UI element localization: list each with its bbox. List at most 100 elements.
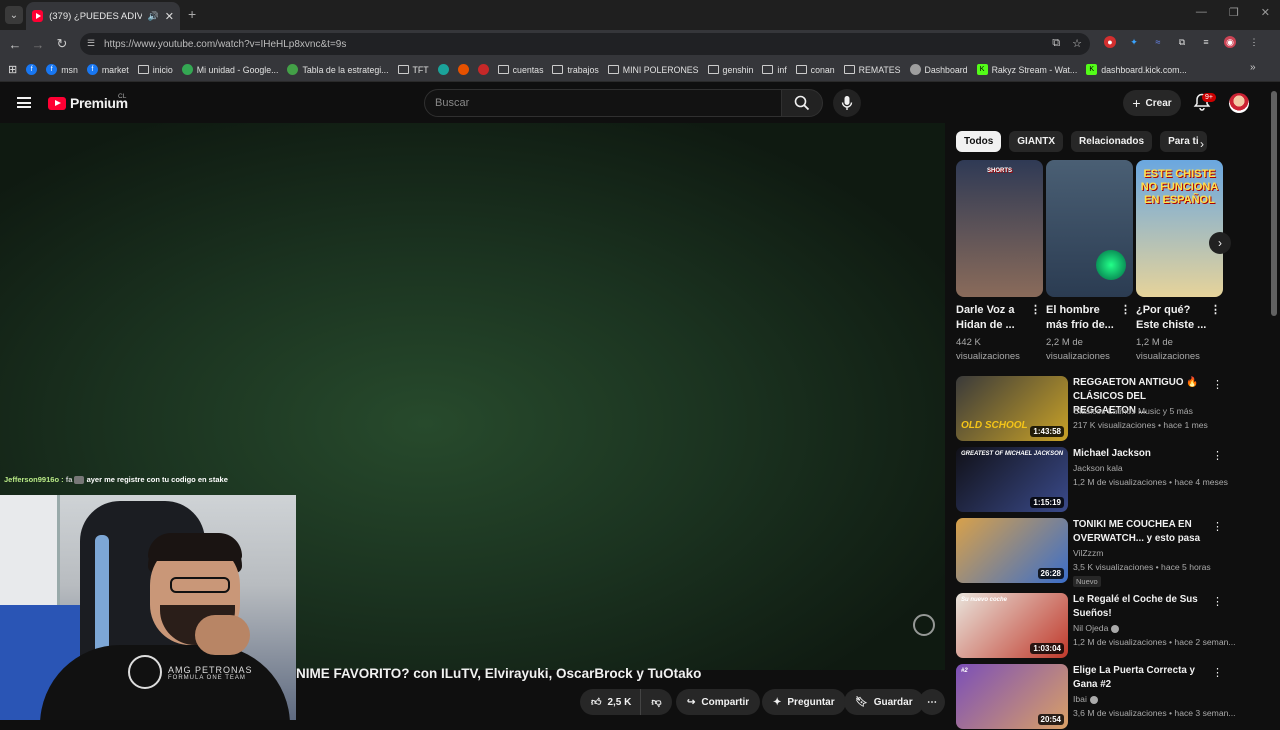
bookmark-item[interactable]: f msn [46, 64, 78, 75]
video-thumbnail[interactable]: 26:28 [956, 518, 1068, 583]
video-thumbnail[interactable]: OLD SCHOOL 1:43:58 [956, 376, 1068, 441]
video-thumbnail[interactable]: Su nuevo coche 1:03:04 [956, 593, 1068, 658]
page-scrollbar[interactable] [1271, 91, 1277, 316]
short-card[interactable]: SHORTS Darle Voz a Hidan de ... ⋮ 442 K … [956, 160, 1043, 364]
share-button[interactable]: ↪ Compartir [676, 689, 761, 715]
bookmark-item[interactable]: Kdashboard.kick.com... [1086, 64, 1187, 75]
bookmark-item[interactable]: Dashboard [909, 64, 968, 75]
save-button[interactable]: 🔖︎ Guardar [844, 689, 924, 715]
apps-grid-icon[interactable]: ⊞ [8, 63, 17, 76]
video-stats: 217 K visualizaciones • hace 1 mes [1073, 420, 1208, 430]
more-vert-icon[interactable]: ⋮ [1212, 595, 1223, 608]
account-avatar[interactable] [1229, 93, 1249, 113]
bookmark-item[interactable]: Mi unidad - Google... [181, 64, 278, 75]
bookmark-item[interactable]: f [26, 64, 38, 75]
like-button[interactable]: 👍︎ 2,5 K [580, 689, 641, 715]
bookmark-item[interactable]: trabajos [552, 64, 599, 75]
extension-blue-icon[interactable]: ✦ [1128, 36, 1140, 48]
short-card[interactable]: El hombre más frío de... ⋮ 2,2 M de visu… [1046, 160, 1133, 364]
related-video-item[interactable]: GREATEST OF MICHAEL JACKSON 1:15:19 Mich… [956, 447, 1228, 513]
thumbnail-text: OLD SCHOOL [961, 420, 1028, 431]
profile-avatar-icon[interactable]: ◉ [1224, 36, 1236, 48]
extension-wave-icon[interactable]: ≈ [1152, 36, 1164, 48]
more-vert-icon[interactable]: ⋮ [1210, 303, 1221, 318]
media-control-icon[interactable]: ≡ [1200, 36, 1212, 48]
more-vert-icon[interactable]: ⋮ [1030, 303, 1041, 318]
address-bar[interactable]: ☰ https://www.youtube.com/watch?v=IHeHLp… [80, 33, 1090, 55]
more-bookmarks-icon[interactable]: » [1250, 62, 1256, 73]
channel-name[interactable]: Jackson kala [1073, 463, 1123, 473]
close-tab-icon[interactable]: ✕ [165, 10, 174, 23]
short-thumbnail[interactable] [1046, 160, 1133, 297]
voice-search-button[interactable] [833, 89, 861, 117]
tab-search-button[interactable]: ⌄ [5, 6, 23, 24]
video-thumbnail[interactable]: #2 20:54 [956, 664, 1068, 729]
back-icon[interactable]: ← [6, 35, 24, 53]
channel-name[interactable]: Nil Ojeda [1073, 623, 1120, 633]
ask-button[interactable]: ✦ Preguntar [762, 689, 846, 715]
site-info-icon[interactable]: ☰ [87, 38, 99, 50]
bookmark-item[interactable]: conan [795, 65, 835, 75]
install-app-icon[interactable]: ⧉ [1052, 37, 1060, 50]
dislike-button[interactable]: 👎︎ [640, 689, 672, 715]
more-vert-icon[interactable]: ⋮ [1212, 666, 1223, 679]
related-video-item[interactable]: #2 20:54 Elige La Puerta Correcta y Gana… [956, 664, 1236, 730]
bookmark-label: trabajos [567, 64, 599, 75]
more-actions-button[interactable]: ⋯ [919, 689, 945, 715]
bookmark-star-icon[interactable]: ☆ [1072, 37, 1082, 50]
bookmark-item[interactable] [477, 64, 489, 75]
channel-name[interactable]: VilZzzm [1073, 548, 1103, 558]
chevron-right-icon[interactable]: › [1200, 137, 1204, 151]
bookmark-item[interactable]: REMATES [843, 65, 901, 75]
drive-icon [181, 64, 193, 75]
bookmark-item[interactable]: inf [762, 65, 787, 75]
bookmark-item[interactable]: genshin [707, 65, 753, 75]
bookmark-item[interactable] [437, 64, 449, 75]
more-vert-icon[interactable]: ⋮ [1212, 520, 1223, 533]
more-vert-icon[interactable]: ⋮ [1212, 378, 1223, 391]
chip-relacionados[interactable]: Relacionados [1071, 131, 1153, 152]
bookmark-item[interactable]: inicio [137, 65, 173, 75]
chrome-menu-icon[interactable]: ⋮ [1248, 36, 1260, 48]
create-button[interactable]: + Crear [1123, 90, 1181, 116]
video-duration: 1:03:04 [1030, 643, 1064, 654]
minimize-icon[interactable]: — [1196, 6, 1207, 19]
bookmark-item[interactable]: K Rakyz Stream - Wat... [976, 64, 1077, 75]
shorts-next-button[interactable]: › [1209, 232, 1231, 254]
new-tab-button[interactable]: + [188, 6, 196, 22]
bookmark-item[interactable] [457, 64, 469, 75]
short-thumbnail[interactable]: ESTE CHISTE NO FUNCIONA EN ESPAÑOL [1136, 160, 1223, 297]
chip-giantx[interactable]: GIANTX [1009, 131, 1064, 152]
chip-todos[interactable]: Todos [956, 131, 1002, 152]
related-video-item[interactable]: Su nuevo coche 1:03:04 Le Regalé el Coch… [956, 593, 1236, 659]
extensions-puzzle-icon[interactable]: ⧉ [1176, 36, 1188, 48]
youtube-premium-logo[interactable]: Premium [48, 95, 128, 111]
channel-name[interactable]: Clásicos Latinos Music y 5 más [1073, 406, 1193, 416]
more-vert-icon[interactable]: ⋮ [1120, 303, 1131, 318]
bookmark-item[interactable]: Tabla de la estrategi... [287, 64, 389, 75]
browser-tab-youtube[interactable]: (379) ¿PUEDES ADIVINAR E 🔊 ✕ [26, 2, 180, 30]
bookmark-item[interactable]: cuentas [497, 65, 543, 75]
extension-red-icon[interactable]: ● [1104, 36, 1116, 48]
reload-icon[interactable]: ↻ [53, 35, 71, 53]
ask-label: Preguntar [787, 696, 835, 708]
restore-icon[interactable]: ❐ [1229, 6, 1239, 19]
video-thumbnail[interactable]: GREATEST OF MICHAEL JACKSON 1:15:19 [956, 447, 1068, 512]
search-button[interactable] [781, 89, 823, 117]
speaker-icon[interactable]: 🔊 [148, 11, 159, 22]
short-card[interactable]: ESTE CHISTE NO FUNCIONA EN ESPAÑOL ¿Por … [1136, 160, 1223, 364]
short-thumbnail[interactable]: SHORTS [956, 160, 1043, 297]
search-input[interactable]: Buscar [424, 89, 782, 117]
search-icon [794, 95, 810, 111]
more-vert-icon[interactable]: ⋮ [1212, 449, 1223, 462]
forward-icon[interactable]: → [29, 35, 47, 53]
bookmark-item[interactable]: f market [86, 64, 129, 75]
guide-menu-icon[interactable] [17, 97, 31, 108]
bookmark-item[interactable]: TFT [397, 65, 429, 75]
bookmark-item[interactable]: MINI POLERONES [607, 65, 699, 75]
channel-name[interactable]: Ibai [1073, 694, 1098, 704]
related-video-item[interactable]: 26:28 TONIKI ME COUCHEA EN OVERWATCH... … [956, 518, 1226, 587]
close-window-icon[interactable]: ✕ [1261, 6, 1270, 19]
related-video-item[interactable]: OLD SCHOOL 1:43:58 REGGAETON ANTIGUO 🔥 C… [956, 376, 1226, 442]
verified-icon [1111, 624, 1120, 633]
